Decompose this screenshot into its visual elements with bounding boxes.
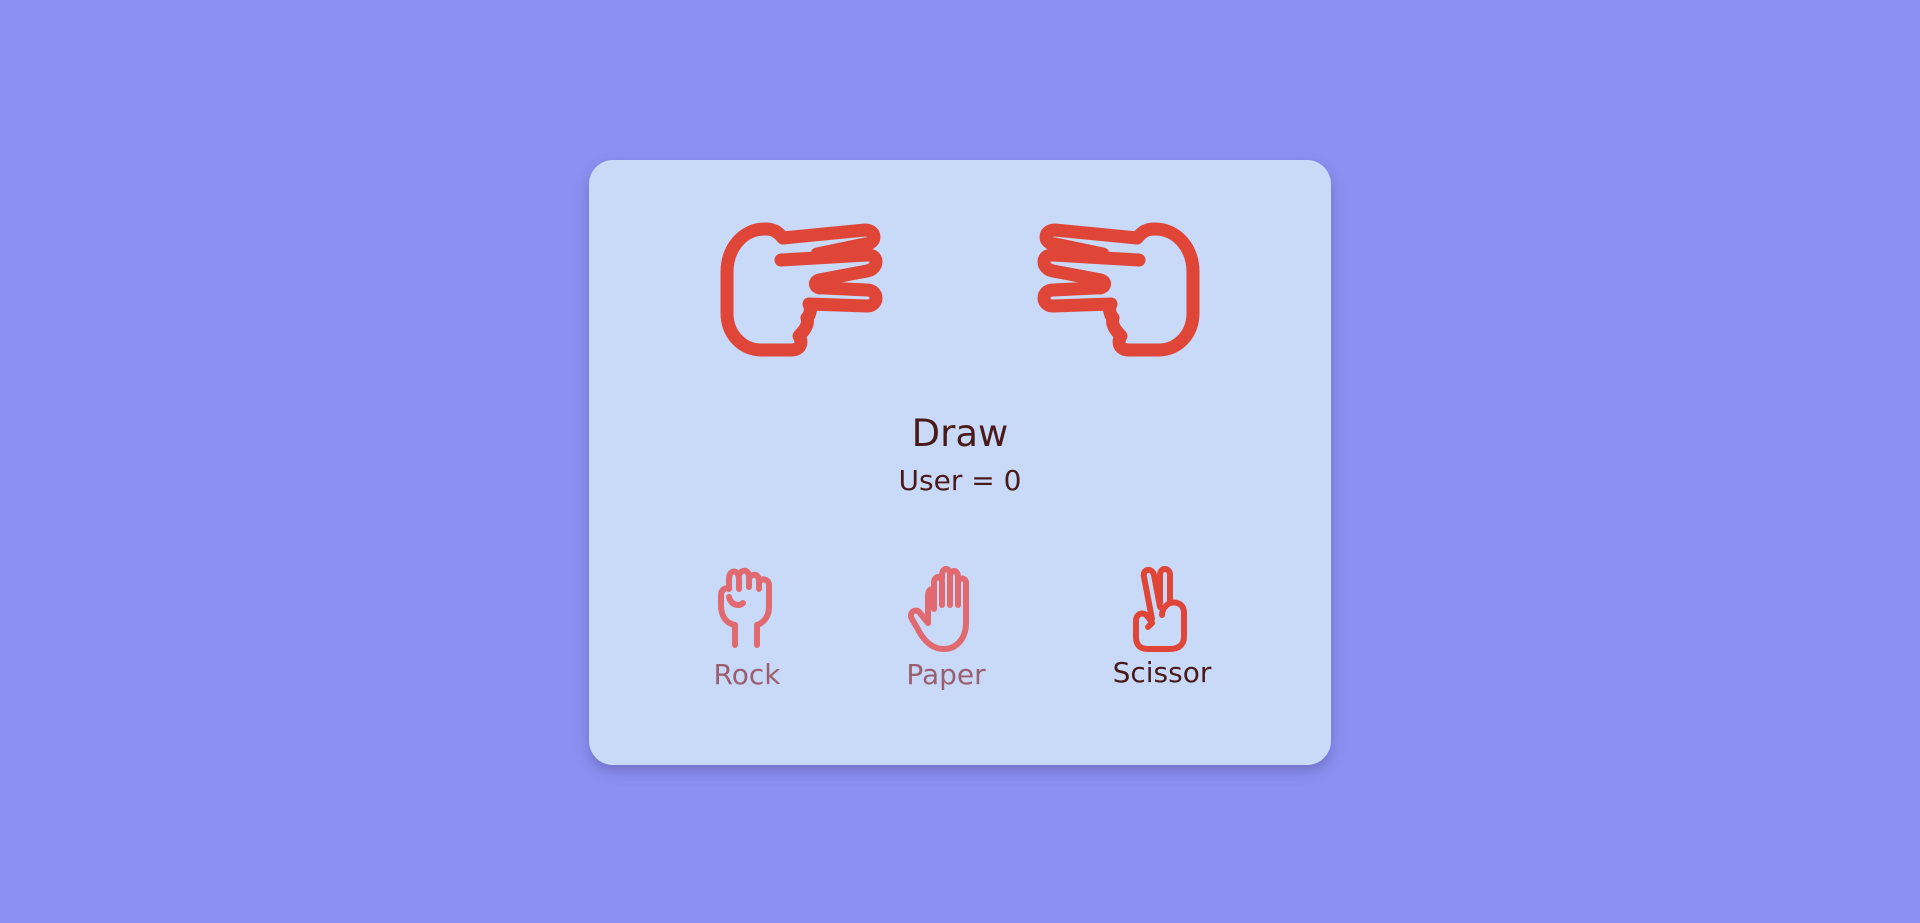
scissor-hand-icon (720, 222, 883, 357)
paper-label: Paper (906, 658, 986, 691)
score-text: User = 0 (898, 464, 1022, 497)
scissor-label: Scissor (1112, 656, 1212, 689)
user-hand (715, 220, 887, 362)
computer-hand (1033, 220, 1205, 362)
scissor-hand-icon (1037, 222, 1200, 357)
paper-button[interactable]: Paper (876, 565, 1016, 689)
result-text: Draw (911, 412, 1009, 455)
game-card: Draw User = 0 Rock Paper Scissor (589, 160, 1331, 765)
scissor-hand-icon (1133, 566, 1187, 652)
rock-label: Rock (713, 658, 781, 691)
rock-button[interactable]: Rock (677, 565, 817, 689)
scissor-button[interactable]: Scissor (1092, 563, 1232, 687)
paper-hand-icon (908, 566, 969, 652)
rock-hand-icon (718, 567, 772, 648)
